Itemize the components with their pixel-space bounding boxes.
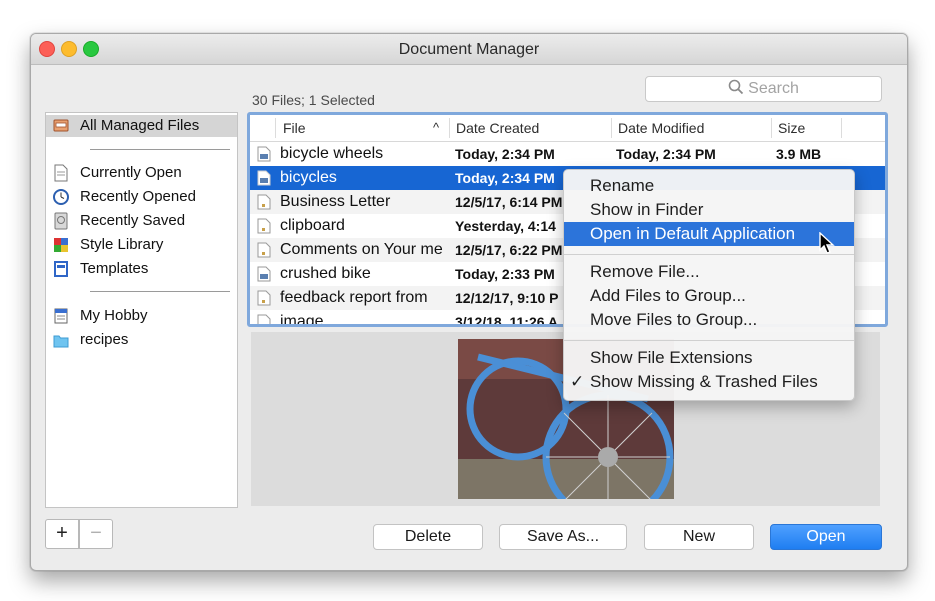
file-name: Business Letter	[280, 193, 391, 210]
file-name: bicycle wheels	[280, 145, 384, 162]
sidebar-item-label: Recently Saved	[80, 212, 186, 229]
column-divider	[449, 118, 450, 138]
file-name: image	[280, 313, 324, 327]
image-file-icon	[257, 170, 271, 186]
menu-item-show-file-extensions[interactable]: Show File Extensions	[564, 346, 854, 370]
column-header-file[interactable]: File	[283, 120, 306, 136]
column-divider	[275, 118, 276, 138]
sidebar-item-label: Templates	[80, 260, 149, 277]
menu-separator	[564, 254, 854, 255]
drive-icon	[54, 212, 68, 230]
sidebar-item-label: All Managed Files	[80, 117, 200, 134]
column-header-date-modified[interactable]: Date Modified	[618, 120, 704, 136]
menu-item-remove-file[interactable]: Remove File...	[564, 260, 854, 284]
menu-item-label: Open in Default Application	[590, 224, 796, 243]
text-file-icon	[257, 194, 271, 210]
column-divider	[611, 118, 612, 138]
file-name: bicycles	[280, 169, 337, 186]
date-created: Today, 2:34 PM	[455, 146, 555, 162]
sidebar-item-label: Currently Open	[80, 164, 182, 181]
search-placeholder: Search	[748, 80, 799, 97]
sidebar-item-my-hobby[interactable]: My Hobby	[46, 305, 237, 327]
palette-icon	[54, 238, 68, 252]
menu-item-label: Add Files to Group...	[590, 286, 746, 305]
sidebar-item-style-library[interactable]: Style Library	[46, 234, 237, 256]
menu-item-label: Show File Extensions	[590, 348, 753, 367]
menu-item-label: Remove File...	[590, 262, 700, 281]
delete-button[interactable]: Delete	[373, 524, 483, 550]
stack-icon	[54, 308, 68, 324]
open-button[interactable]: Open	[770, 524, 882, 550]
table-header: File ^ Date Created Date Modified Size	[250, 115, 885, 142]
sidebar-item-recently-opened[interactable]: Recently Opened	[46, 186, 237, 208]
mouse-pointer-icon	[819, 232, 835, 254]
archive-icon	[53, 119, 69, 132]
search-icon	[728, 79, 744, 95]
column-header-date-created[interactable]: Date Created	[456, 120, 539, 136]
table-row[interactable]: bicycle wheels Today, 2:34 PM Today, 2:3…	[250, 142, 885, 166]
menu-item-open-in-default-application[interactable]: Open in Default Application	[564, 222, 854, 246]
menu-item-move-files-to-group[interactable]: Move Files to Group...	[564, 308, 854, 332]
sidebar-item-currently-open[interactable]: Currently Open	[46, 162, 237, 184]
text-file-icon	[257, 314, 271, 324]
menu-item-show-in-finder[interactable]: Show in Finder	[564, 198, 854, 222]
remove-group-button[interactable]: −	[79, 519, 113, 549]
text-file-icon	[257, 242, 271, 258]
sidebar-item-recently-saved[interactable]: Recently Saved	[46, 210, 237, 232]
new-button[interactable]: New	[644, 524, 754, 550]
add-group-button[interactable]: +	[45, 519, 79, 549]
file-size: 3.9 MB	[776, 146, 822, 162]
file-name: crushed bike	[280, 265, 371, 282]
sidebar-item-label: Recently Opened	[80, 188, 196, 205]
title-bar: Document Manager	[31, 34, 907, 65]
sidebar-item-recipes[interactable]: recipes	[46, 329, 237, 351]
save-as-button[interactable]: Save As...	[499, 524, 627, 550]
sidebar-item-all-managed-files[interactable]: All Managed Files	[46, 115, 237, 137]
menu-separator	[564, 340, 854, 341]
file-count-label: 30 Files; 1 Selected	[252, 92, 375, 108]
sidebar: All Managed Files Currently Open Recentl…	[45, 112, 238, 508]
sidebar-divider	[90, 291, 230, 292]
file-name: Comments on Your me	[280, 241, 443, 258]
document-icon	[54, 164, 68, 182]
file-name: feedback report from	[280, 289, 428, 306]
menu-item-rename[interactable]: Rename	[564, 174, 854, 198]
sort-ascending-icon: ^	[433, 120, 440, 135]
sidebar-item-templates[interactable]: Templates	[46, 258, 237, 280]
context-menu: Rename Show in Finder Open in Default Ap…	[563, 169, 855, 401]
sidebar-divider	[90, 149, 230, 150]
menu-item-label: Rename	[590, 176, 655, 195]
sidebar-item-label: recipes	[80, 331, 129, 348]
clock-icon	[53, 189, 69, 205]
image-file-icon	[257, 266, 271, 282]
template-icon	[54, 261, 68, 277]
column-divider	[771, 118, 772, 138]
checkmark-icon: ✓	[570, 372, 585, 391]
window-title: Document Manager	[398, 41, 540, 58]
sidebar-item-label: My Hobby	[80, 307, 148, 324]
menu-item-show-missing-trashed-files[interactable]: ✓ Show Missing & Trashed Files	[564, 370, 854, 394]
date-modified: Today, 2:34 PM	[616, 146, 716, 162]
image-file-icon	[257, 146, 271, 162]
folder-icon	[53, 335, 69, 348]
menu-item-label: Move Files to Group...	[590, 310, 758, 329]
menu-item-add-files-to-group[interactable]: Add Files to Group...	[564, 284, 854, 308]
file-name: clipboard	[280, 217, 345, 234]
text-file-icon	[257, 218, 271, 234]
text-file-icon	[257, 290, 271, 306]
column-header-size[interactable]: Size	[778, 120, 805, 136]
column-divider	[841, 118, 842, 138]
search-field[interactable]: Search	[645, 76, 882, 102]
menu-item-label: Show in Finder	[590, 200, 704, 219]
menu-item-label: Show Missing & Trashed Files	[590, 372, 818, 391]
sidebar-item-label: Style Library	[80, 236, 164, 253]
